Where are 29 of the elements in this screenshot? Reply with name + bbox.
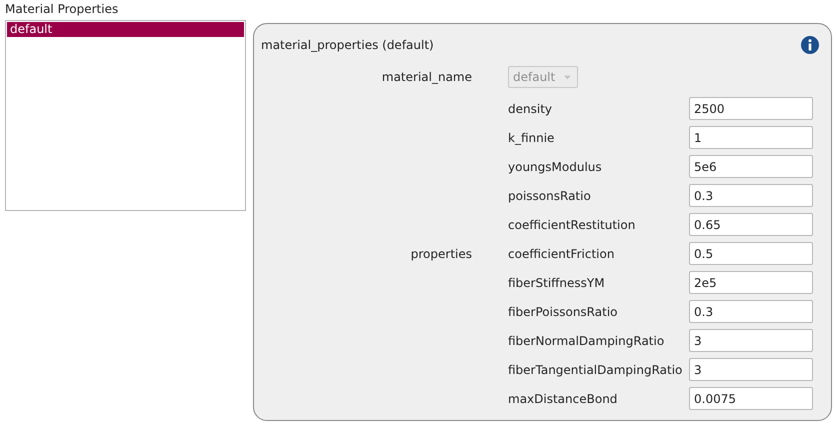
field-label: youngsModulus	[508, 160, 603, 174]
input-field[interactable]: 1	[689, 126, 813, 149]
field-label: maxDistanceBond	[508, 392, 618, 406]
input-field[interactable]: 3	[689, 358, 813, 381]
input-field[interactable]: 0.3	[689, 300, 813, 323]
field-label: properties	[410, 246, 472, 260]
list-item[interactable]: default	[7, 22, 244, 37]
input-field[interactable]: 0.0075	[689, 387, 813, 410]
panel-title: material_properties (default)	[261, 38, 434, 52]
field-label: fiberStiffnessYM	[508, 276, 606, 290]
field-label: k_finnie	[508, 130, 556, 144]
input-field[interactable]: 0.3	[689, 184, 813, 207]
input-field[interactable]: 2500	[689, 97, 813, 120]
field-label: fiberTangentialDampingRatio	[508, 362, 684, 376]
input-field[interactable]: 0.65	[689, 213, 813, 236]
field-label: coefficientFriction	[508, 246, 616, 260]
section-title: Material Properties	[5, 1, 120, 18]
input-field[interactable]: 0.5	[689, 242, 813, 265]
field-label: coefficientRestitution	[508, 218, 636, 232]
input-field[interactable]: 3	[689, 329, 813, 352]
field-label: fiberNormalDampingRatio	[508, 334, 666, 348]
input-field[interactable]: 5e6	[689, 155, 813, 178]
field-label: density	[508, 102, 553, 116]
info-icon[interactable]	[801, 36, 819, 54]
input-field[interactable]: 2e5	[689, 271, 813, 294]
field-label: fiberPoissonsRatio	[508, 304, 618, 318]
field-label: material_name	[380, 70, 472, 84]
field-label: poissonsRatio	[508, 188, 592, 202]
caret-icon	[564, 74, 571, 80]
